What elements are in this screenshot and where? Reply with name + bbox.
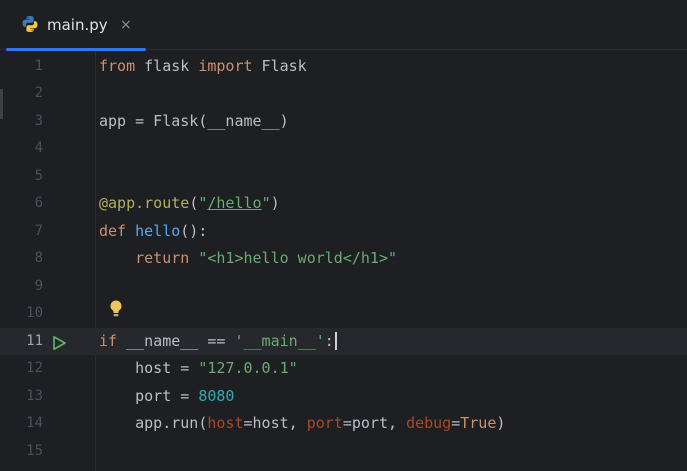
- line-number: 10: [26, 305, 43, 321]
- line-number: 15: [26, 442, 43, 459]
- code-token: debug: [406, 414, 452, 432]
- tab-main-py[interactable]: main.py ×: [6, 0, 146, 51]
- code-text: host = "127.0.0.1": [99, 355, 298, 383]
- code-token: "127.0.0.1": [198, 359, 298, 377]
- code-text: if __name__ == '__main__':: [99, 328, 337, 356]
- code-text: from flask import Flask: [99, 53, 307, 81]
- line-number: 4: [34, 140, 43, 156]
- code-token: ():: [180, 221, 208, 240]
- code-line[interactable]: 10: [0, 300, 687, 328]
- code-line[interactable]: 8 return "<h1>hello world</h1>": [0, 245, 687, 273]
- line-number: 3: [34, 112, 43, 129]
- code-token: app = Flask(__name__): [99, 111, 289, 130]
- code-token: '__main__': [234, 331, 325, 350]
- code-token: hello: [135, 221, 181, 240]
- code-token: True: [460, 414, 497, 432]
- code-line[interactable]: 14 app.run(host=host, port=port, debug=T…: [0, 410, 687, 438]
- line-number: 14: [26, 415, 43, 431]
- line-number: 13: [26, 387, 43, 404]
- code-token: @app.route: [99, 194, 190, 212]
- code-token: 8080: [198, 386, 235, 405]
- code-token: =host,: [243, 414, 307, 432]
- code-token: ): [270, 194, 280, 212]
- line-number: 8: [34, 250, 43, 266]
- code-token: from: [99, 56, 136, 75]
- tab-filename: main.py: [47, 16, 108, 34]
- line-number: 6: [34, 195, 43, 211]
- code-line[interactable]: 12 host = "127.0.0.1": [0, 355, 687, 383]
- code-token: if: [99, 331, 118, 350]
- code-text: port = 8080: [99, 383, 234, 411]
- code-line[interactable]: 6 @app.route("/hello"): [0, 190, 687, 218]
- code-token: port =: [99, 386, 199, 405]
- python-icon: [22, 16, 38, 32]
- code-token: ": [261, 194, 271, 212]
- code-token: return: [135, 249, 190, 267]
- lightbulb-icon[interactable]: [108, 299, 124, 319]
- code-token: def: [99, 221, 127, 240]
- run-icon[interactable]: [51, 335, 67, 351]
- code-line[interactable]: 7 def hello():: [0, 218, 687, 246]
- code-token: ): [496, 414, 506, 432]
- code-text: def hello():: [99, 218, 207, 246]
- line-number: 7: [34, 222, 43, 239]
- code-token: =port,: [342, 414, 407, 432]
- line-number: 2: [34, 85, 43, 101]
- code-token: "<h1>hello world</h1>": [198, 249, 398, 267]
- text-caret: [334, 332, 337, 350]
- code-line[interactable]: 5: [0, 163, 687, 191]
- code-line[interactable]: 3 app = Flask(__name__): [0, 108, 687, 136]
- code-text: app = Flask(__name__): [99, 108, 289, 136]
- code-token: host =: [99, 359, 199, 377]
- code-line[interactable]: 2: [0, 80, 687, 108]
- code-token: host: [207, 414, 244, 432]
- code-editor[interactable]: 1 from flask import Flask 2 3 app = Flask(__…: [0, 51, 687, 471]
- code-token: (: [189, 194, 199, 212]
- code-line[interactable]: 13 port = 8080: [0, 383, 687, 411]
- code-token: port: [306, 414, 343, 432]
- code-line[interactable]: 4: [0, 135, 687, 163]
- line-number: 1: [34, 57, 43, 74]
- line-number: 5: [34, 167, 43, 184]
- code-token: =: [451, 414, 461, 432]
- code-token: Flask: [252, 56, 307, 75]
- code-text: return "<h1>hello world</h1>": [99, 245, 397, 273]
- code-text: @app.route("/hello"): [99, 190, 280, 218]
- code-line[interactable]: 1 from flask import Flask: [0, 53, 687, 81]
- code-token: :: [324, 331, 334, 350]
- code-token: flask: [135, 56, 199, 75]
- line-number: 12: [26, 360, 43, 376]
- code-token: app.run(: [99, 414, 208, 432]
- code-token: __name__ ==: [117, 331, 235, 350]
- code-line[interactable]: 15: [0, 438, 687, 466]
- code-token: /hello: [207, 194, 262, 212]
- code-line[interactable]: 9: [0, 273, 687, 301]
- line-number: 11: [26, 332, 43, 349]
- code-text: app.run(host=host, port=port, debug=True…: [99, 410, 505, 438]
- code-line[interactable]: 11 if __name__ == '__main__':: [0, 327, 687, 356]
- code-token: import: [198, 56, 253, 75]
- close-icon[interactable]: ×: [120, 14, 132, 36]
- editor-tab-bar: main.py ×: [0, 0, 687, 51]
- line-number: 9: [34, 277, 43, 294]
